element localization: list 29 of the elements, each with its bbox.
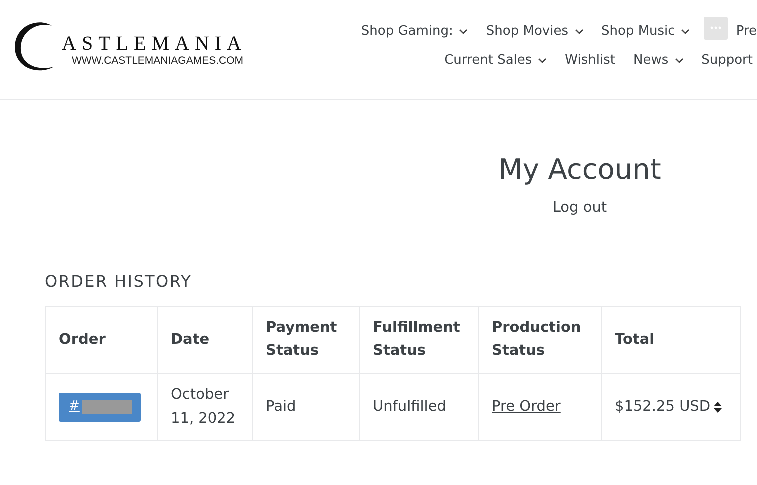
column-header: Fulfillment Status	[360, 306, 478, 374]
logo[interactable]: ASTLEMANIA WWW.CASTLEMANIAGAMES.COM	[12, 20, 247, 74]
logo-url: WWW.CASTLEMANIAGAMES.COM	[72, 54, 245, 68]
section-title: ORDER HISTORY	[45, 272, 194, 292]
column-header: Payment Status	[252, 306, 360, 374]
column-header: Order	[46, 306, 158, 374]
column-header: Total	[602, 306, 740, 374]
nav-link[interactable]: News	[633, 51, 684, 71]
redaction-bar	[82, 400, 132, 414]
column-header: Date	[158, 306, 252, 374]
logo-name: ASTLEMANIA	[62, 32, 247, 54]
order-number-button[interactable]: #	[59, 392, 141, 422]
nav-link[interactable]: Wishlist	[565, 51, 616, 71]
nav-link[interactable]: Support	[702, 51, 753, 71]
table-cell: Unfulfilled	[360, 374, 478, 440]
table-cell: Paid	[252, 374, 360, 440]
logout-link[interactable]: Log out	[552, 198, 608, 218]
total-amount: $152.25 USD	[615, 398, 711, 417]
nav-link[interactable]: Pre	[736, 22, 757, 42]
production-status-link[interactable]: Pre Order	[492, 399, 561, 415]
more-button[interactable]	[704, 16, 728, 40]
nav-link[interactable]: Shop Gaming:	[361, 22, 468, 42]
nav-link[interactable]: Shop Movies	[486, 22, 584, 42]
table-cell: October 11, 2022	[158, 374, 252, 440]
page-title: My Account	[498, 152, 662, 188]
sort-icon	[714, 402, 722, 412]
nav-link[interactable]: Shop Music	[602, 22, 690, 42]
column-header: Production Status	[478, 306, 602, 374]
nav-link[interactable]: Current Sales	[444, 51, 548, 71]
